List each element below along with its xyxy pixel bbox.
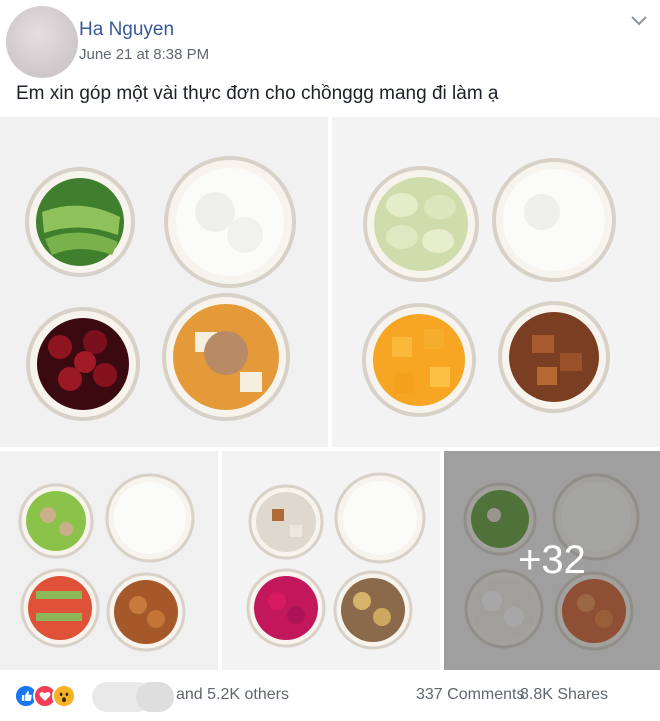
photo-gallery: +32 — [0, 117, 660, 670]
post-header: Ha Nguyen June 21 at 8:38 PM — [0, 0, 660, 80]
blurred-names — [92, 682, 176, 712]
reactions-summary[interactable] — [14, 684, 94, 708]
author-name[interactable]: Ha Nguyen — [79, 19, 174, 41]
photo-1-image — [0, 117, 328, 447]
comments-count[interactable]: 337 Comments — [416, 686, 525, 704]
wow-icon — [52, 684, 76, 708]
chevron-down-icon[interactable] — [630, 14, 648, 28]
post-text: Em xin góp một vài thực đơn cho chồnggg … — [16, 83, 499, 104]
post-footer: and 5.2K others 337 Comments 8.8K Shares — [0, 672, 660, 721]
photo-4[interactable] — [222, 451, 440, 670]
avatar[interactable] — [6, 6, 78, 78]
shares-count[interactable]: 8.8K Shares — [520, 686, 608, 704]
reaction-count[interactable]: and 5.2K others — [176, 686, 289, 704]
photo-2-image — [332, 117, 660, 447]
photo-1[interactable] — [0, 117, 328, 447]
photo-3-image — [0, 451, 218, 670]
post-timestamp[interactable]: June 21 at 8:38 PM — [79, 46, 209, 63]
photo-4-image — [222, 451, 440, 670]
photo-5-more[interactable]: +32 — [444, 451, 660, 670]
photo-3[interactable] — [0, 451, 218, 670]
more-photos-overlay[interactable]: +32 — [444, 451, 660, 670]
photo-2[interactable] — [332, 117, 660, 447]
more-photos-count: +32 — [518, 538, 586, 582]
